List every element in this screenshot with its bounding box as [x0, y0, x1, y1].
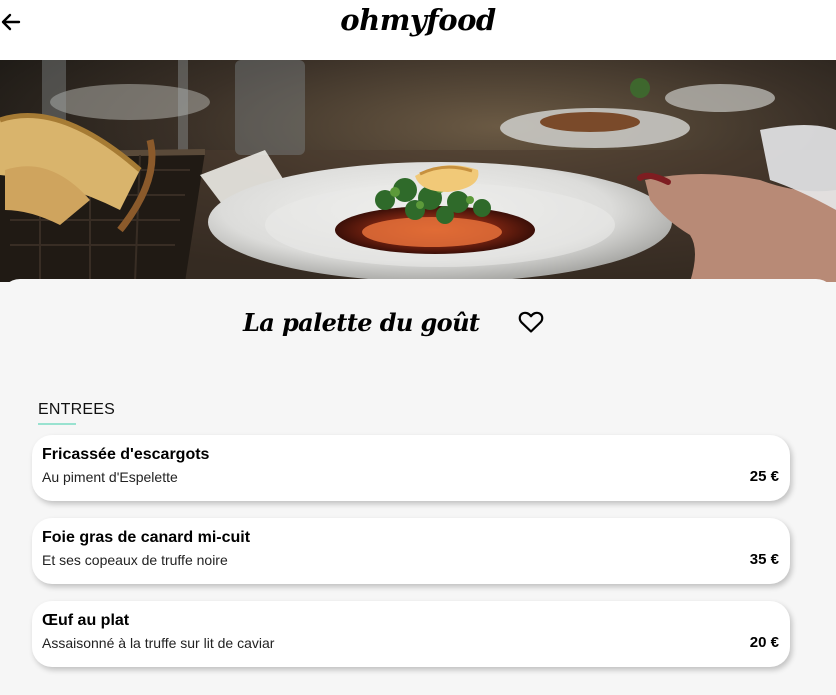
dish-card[interactable]: Fricassée d'escargots Au piment d'Espele… [32, 435, 790, 501]
dish-description: Assaisonné à la truffe sur lit de caviar [42, 635, 275, 651]
dish-name: Foie gras de canard mi-cuit [42, 529, 251, 546]
restaurant-panel: La palette du goût ENTREES Fricassée d'e… [0, 279, 836, 695]
app-header: ohmyfood [0, 0, 836, 60]
brand-logo[interactable]: ohmyfood [0, 0, 836, 40]
dish-price: 25 € [749, 468, 779, 485]
dish-name: Fricassée d'escargots [42, 446, 210, 463]
section-underline [38, 423, 76, 425]
dish-description: Et ses copeaux de truffe noire [42, 552, 228, 568]
dish-description: Au piment d'Espelette [42, 469, 178, 485]
section-title: ENTREES [38, 401, 115, 418]
heart-outline-icon [518, 311, 544, 333]
dish-name: Œuf au plat [42, 612, 130, 629]
dish-price: 35 € [749, 551, 779, 568]
dish-card[interactable]: Foie gras de canard mi-cuit Et ses copea… [32, 518, 790, 584]
restaurant-name: La palette du goût [243, 308, 480, 337]
dish-card[interactable]: Œuf au plat Assaisonné à la truffe sur l… [32, 601, 790, 667]
hero-image [0, 60, 836, 282]
favorite-button[interactable] [518, 310, 544, 334]
dish-price: 20 € [749, 634, 779, 651]
dish-list: Fricassée d'escargots Au piment d'Espele… [32, 435, 790, 684]
